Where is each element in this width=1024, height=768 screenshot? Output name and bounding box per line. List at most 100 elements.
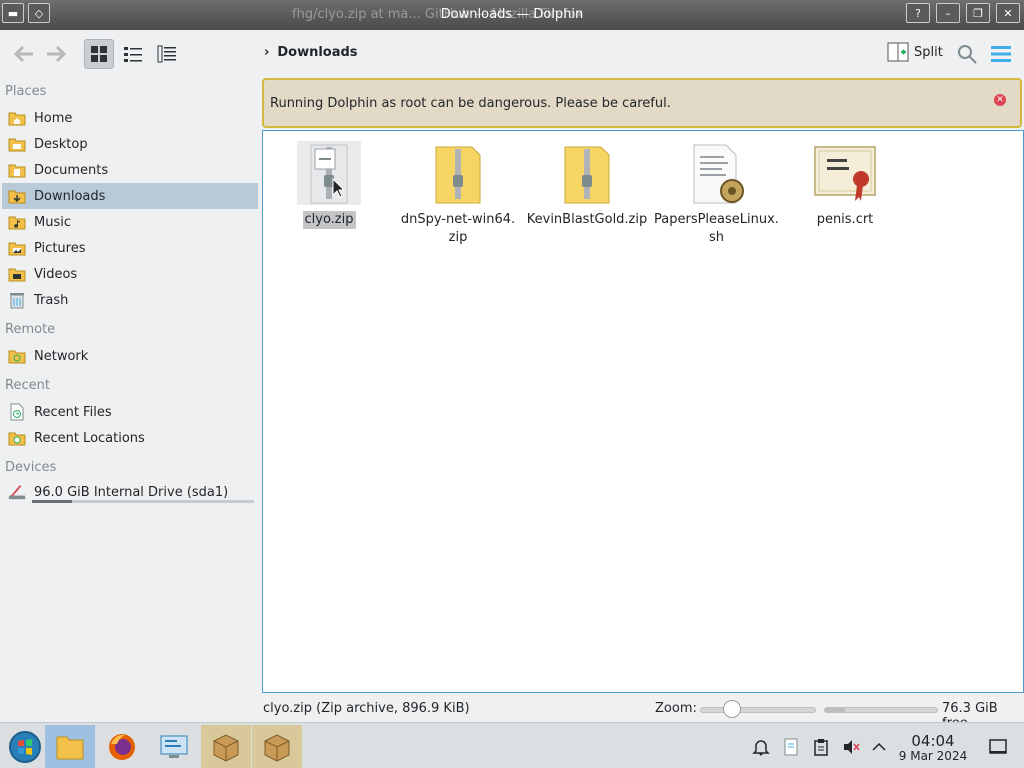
hard-drive-icon: [8, 483, 26, 501]
breadcrumb-downloads[interactable]: Downloads: [277, 45, 357, 60]
compact-view-icon: [124, 47, 142, 62]
file-item-papersplease-sh[interactable]: PapersPleaseLinux. sh: [652, 141, 780, 247]
music-folder-icon: [8, 213, 26, 231]
minimize-button[interactable]: –: [936, 3, 960, 23]
compact-view-button[interactable]: [118, 39, 148, 69]
dolphin-folder-icon: [56, 736, 84, 760]
clipboard-icon[interactable]: [811, 737, 831, 757]
sidebar-item-pictures[interactable]: Pictures: [2, 235, 258, 261]
file-item-penis-crt[interactable]: penis.crt: [781, 141, 909, 229]
file-item-clyo-zip[interactable]: clyo.zip: [265, 141, 393, 229]
file-name: KevinBlastGold.zip: [526, 212, 648, 227]
downloads-folder-icon: [8, 187, 26, 205]
drive-capacity-fill: [32, 500, 72, 503]
close-banner-icon[interactable]: ✕: [994, 94, 1006, 106]
zoom-slider-handle[interactable]: [723, 700, 742, 718]
sidebar-item-label: Home: [34, 110, 73, 126]
places-panel: Places Home Desktop Documents Downloads …: [0, 78, 260, 720]
task-package-1[interactable]: [201, 725, 251, 768]
application-launcher[interactable]: [0, 725, 50, 768]
recent-files-icon: [8, 403, 26, 421]
firefox-icon: [109, 734, 135, 760]
titlebar-right-buttons: ? – ❐ ✕: [906, 3, 1020, 23]
sidebar-item-home[interactable]: Home: [2, 105, 258, 131]
split-label: Split: [914, 44, 943, 60]
sidebar-item-label: Recent Locations: [34, 430, 145, 446]
volume-muted-icon[interactable]: [841, 737, 861, 757]
clock-date: 9 Mar 2024: [898, 749, 968, 763]
split-button[interactable]: Split: [887, 42, 943, 62]
digital-clock[interactable]: 04:04 9 Mar 2024: [896, 733, 970, 763]
free-space-fill: [825, 708, 846, 712]
help-button[interactable]: ?: [906, 3, 930, 23]
notifications-icon[interactable]: [751, 737, 771, 757]
devices-section-title: Devices: [5, 460, 57, 475]
sidebar-item-music[interactable]: Music: [2, 209, 258, 235]
task-package-2[interactable]: [252, 725, 302, 768]
sidebar-item-label: 96.0 GiB Internal Drive (sda1): [34, 484, 229, 500]
start-menu-icon: [9, 731, 41, 763]
package-box-icon: [213, 734, 239, 762]
warning-message: Running Dolphin as root can be dangerous…: [270, 95, 671, 111]
free-space-bar: [824, 707, 938, 713]
task-firefox[interactable]: [97, 725, 147, 768]
desktop-folder-icon: [8, 135, 26, 153]
icons-view-icon: [91, 46, 107, 62]
sidebar-item-label: Pictures: [34, 240, 86, 256]
file-name: clyo.zip: [302, 211, 356, 229]
zip-archive-icon: [426, 141, 490, 205]
sidebar-item-label: Music: [34, 214, 71, 230]
certificate-icon: [813, 141, 877, 205]
tray-expand-icon[interactable]: [869, 737, 889, 757]
hamburger-menu-icon: [991, 46, 1011, 62]
sidebar-item-downloads[interactable]: Downloads: [2, 183, 258, 209]
system-settings-icon: [160, 735, 188, 758]
sidebar-item-documents[interactable]: Documents: [2, 157, 258, 183]
close-button[interactable]: ✕: [996, 3, 1020, 23]
breadcrumb[interactable]: › Downloads: [264, 45, 358, 60]
taskbar: 04:04 9 Mar 2024: [0, 722, 1024, 768]
sidebar-item-recent-files[interactable]: Recent Files: [2, 399, 258, 425]
task-system-settings[interactable]: [149, 725, 199, 768]
maximize-button[interactable]: ❐: [966, 3, 990, 23]
sidebar-item-label: Network: [34, 348, 89, 364]
back-button[interactable]: [10, 42, 38, 66]
file-view[interactable]: clyo.zip dnSpy-net-win64. zip KevinBlast…: [262, 130, 1024, 693]
sidebar-item-label: Downloads: [34, 188, 106, 204]
sidebar-item-label: Documents: [34, 162, 109, 178]
recent-locations-icon: [8, 429, 26, 447]
trash-icon: [8, 291, 26, 309]
package-updates-icon[interactable]: [781, 737, 801, 757]
file-item-dnspy-zip[interactable]: dnSpy-net-win64. zip: [394, 141, 522, 247]
sidebar-item-label: Trash: [34, 292, 69, 308]
details-view-icon: [157, 45, 176, 63]
icons-view-button[interactable]: [84, 39, 114, 69]
show-desktop-icon[interactable]: [988, 737, 1008, 757]
zoom-slider[interactable]: [700, 707, 816, 713]
videos-folder-icon: [8, 265, 26, 283]
zip-archive-icon: [555, 141, 619, 205]
search-icon: [958, 45, 977, 64]
file-name: penis.crt: [816, 212, 874, 227]
home-folder-icon: [8, 109, 26, 127]
file-name: dnSpy-net-win64. zip: [400, 212, 516, 245]
details-view-button[interactable]: [152, 39, 182, 69]
sidebar-item-label: Desktop: [34, 136, 88, 152]
sidebar-item-recent-locations[interactable]: Recent Locations: [2, 425, 258, 451]
toolbar: › Downloads Split: [0, 30, 1024, 78]
search-button[interactable]: [956, 43, 978, 65]
selection-status: clyo.zip (Zip archive, 896.9 KiB): [263, 701, 470, 716]
sidebar-item-network[interactable]: Network: [2, 343, 258, 369]
forward-button[interactable]: [42, 42, 70, 66]
sidebar-item-desktop[interactable]: Desktop: [2, 131, 258, 157]
back-arrow-icon: [13, 45, 33, 63]
zip-archive-icon: [297, 141, 361, 205]
window-titlebar[interactable]: ▬ ◇ fhg/clyo.zip at ma... GitHub — Mozil…: [0, 0, 1024, 30]
split-view-icon: [887, 42, 909, 62]
hamburger-menu-button[interactable]: [990, 44, 1012, 64]
sidebar-item-trash[interactable]: Trash: [2, 287, 258, 313]
file-item-kevinblastgold-zip[interactable]: KevinBlastGold.zip: [523, 141, 651, 229]
sidebar-item-videos[interactable]: Videos: [2, 261, 258, 287]
task-dolphin[interactable]: [45, 725, 95, 768]
drive-capacity-bar: [32, 500, 254, 503]
